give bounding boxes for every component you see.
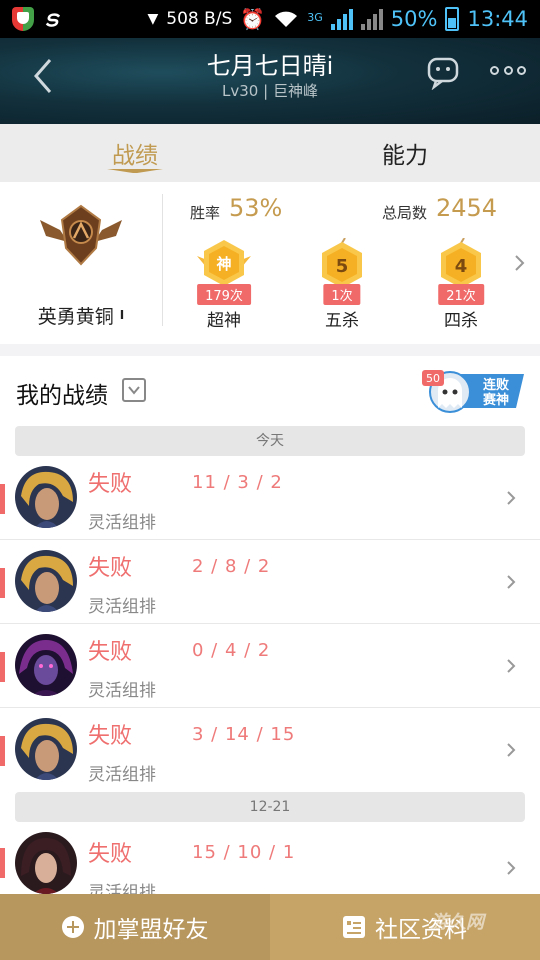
app-notification-icon: ട [44, 6, 57, 32]
alarm-icon: ⏰ [240, 7, 266, 31]
match-result: 失败 [88, 842, 133, 867]
match-kda: 15 / 10 / 1 [192, 842, 296, 863]
community-profile-button[interactable]: 社区资料 [270, 894, 540, 960]
date-group-header: 今天 [15, 426, 525, 456]
chevron-right-icon [507, 575, 516, 589]
streak-text-2: 赛神 [482, 392, 509, 408]
match-row[interactable]: 失败 3 / 14 / 15 灵活组排 [0, 708, 540, 792]
quadrakill-badge-icon: 4 21次 [434, 237, 488, 305]
streak-text-1: 连败 [483, 377, 509, 393]
match-result: 失败 [88, 472, 133, 497]
wifi-dropdown-icon: ▼ [147, 11, 159, 27]
signal-icon [330, 8, 353, 30]
clock: 13:44 [467, 7, 528, 31]
match-row[interactable]: 失败 11 / 3 / 2 灵活组排 [0, 456, 540, 540]
loss-indicator [0, 484, 5, 514]
wifi-icon [275, 11, 298, 27]
achievement-quadrakill[interactable]: 4 21次 四杀 [421, 237, 501, 331]
watermark: 游久网 [430, 912, 484, 933]
divider [162, 194, 163, 326]
champion-avatar [15, 550, 77, 612]
chat-icon[interactable] [426, 54, 462, 90]
chevron-right-icon [507, 491, 516, 505]
match-kda: 0 / 4 / 2 [192, 640, 271, 661]
match-kda: 11 / 3 / 2 [192, 472, 283, 493]
match-mode: 灵活组排 [88, 597, 156, 617]
rank-emblem-icon [40, 204, 122, 266]
records-title: 我的战绩 [16, 383, 108, 409]
filter-dropdown-icon[interactable] [122, 378, 146, 402]
match-result: 失败 [88, 640, 133, 665]
pentakill-count: 1次 [323, 284, 361, 305]
champion-avatar [15, 832, 77, 894]
quadrakill-count: 21次 [438, 284, 484, 305]
tab-ability[interactable]: 能力 [270, 124, 540, 182]
legendary-badge-text: 神 [216, 255, 231, 273]
pentakill-badge-text: 5 [336, 256, 349, 277]
pentakill-badge-icon: 5 1次 [315, 237, 369, 305]
achievement-pentakill[interactable]: 5 1次 五杀 [302, 237, 382, 331]
total-games-value: 2454 [436, 194, 498, 222]
total-games-label: 总局数 [382, 204, 428, 222]
win-rate-value: 53% [229, 194, 283, 222]
match-records: 我的战绩 50 连败 赛神 今天 失败 11 / 3 / 2 灵活组排 失败 2… [0, 356, 540, 960]
match-mode: 灵活组排 [88, 765, 156, 785]
achievement-legendary[interactable]: 神 179次 超神 [184, 238, 264, 331]
champion-avatar [15, 466, 77, 528]
date-group-header: 12-21 [15, 792, 525, 822]
battery-icon [445, 7, 460, 31]
battery-percent: 50% [390, 7, 438, 31]
rank-tier: I [119, 308, 125, 322]
profile-card-icon [343, 916, 365, 938]
win-rate-label: 胜率 [190, 204, 221, 222]
loss-indicator [0, 568, 5, 598]
chevron-right-icon [507, 743, 516, 757]
tab-active-indicator [107, 169, 163, 173]
status-bar: ട ▼ 508 B/S ⏰ 3G 50% 13:44 [0, 0, 540, 38]
rank-name: 英勇黄铜 I [37, 306, 125, 328]
chevron-right-icon[interactable] [514, 254, 526, 272]
more-options-icon[interactable] [490, 66, 526, 76]
quadrakill-badge-text: 4 [455, 256, 468, 277]
match-result: 失败 [88, 556, 133, 581]
pentakill-label: 五杀 [325, 311, 359, 331]
legendary-badge-icon: 神 179次 [197, 238, 251, 305]
loss-indicator [0, 652, 5, 682]
champion-avatar [15, 634, 77, 696]
profile-summary: 英勇黄铜 I 胜率 53% 总局数 2454 神 179次 超神 5 1次 五杀… [0, 182, 540, 344]
match-kda: 3 / 14 / 15 [192, 724, 296, 745]
chevron-right-icon [507, 861, 516, 875]
tab-bar: 战绩 能力 [0, 124, 540, 182]
match-result: 失败 [88, 724, 133, 749]
loss-indicator [0, 848, 5, 878]
security-shield-icon [12, 7, 34, 31]
match-mode: 灵活组排 [88, 513, 156, 533]
chevron-right-icon [507, 659, 516, 673]
champion-avatar [15, 718, 77, 780]
signal-2-icon [360, 8, 383, 30]
add-friend-label: 加掌盟好友 [93, 917, 209, 943]
quadrakill-label: 四杀 [444, 311, 478, 331]
add-friend-button[interactable]: 加掌盟好友 [0, 894, 270, 960]
streak-count: 50 [426, 372, 440, 385]
legendary-count: 179次 [197, 284, 251, 305]
network-type: 3G [307, 11, 323, 24]
match-mode: 灵活组排 [88, 681, 156, 701]
match-row[interactable]: 失败 2 / 8 / 2 灵活组排 [0, 540, 540, 624]
streak-badge-icon[interactable]: 50 连败 赛神 [420, 368, 526, 414]
match-row[interactable]: 失败 0 / 4 / 2 灵活组排 [0, 624, 540, 708]
plus-icon [61, 916, 84, 938]
match-kda: 2 / 8 / 2 [192, 556, 271, 577]
profile-header: 七月七日晴i Lv30 | 巨神峰 [0, 38, 540, 124]
loss-indicator [0, 736, 5, 766]
legendary-label: 超神 [207, 311, 241, 331]
network-speed: 508 B/S [166, 9, 233, 29]
tab-records[interactable]: 战绩 [0, 124, 270, 182]
